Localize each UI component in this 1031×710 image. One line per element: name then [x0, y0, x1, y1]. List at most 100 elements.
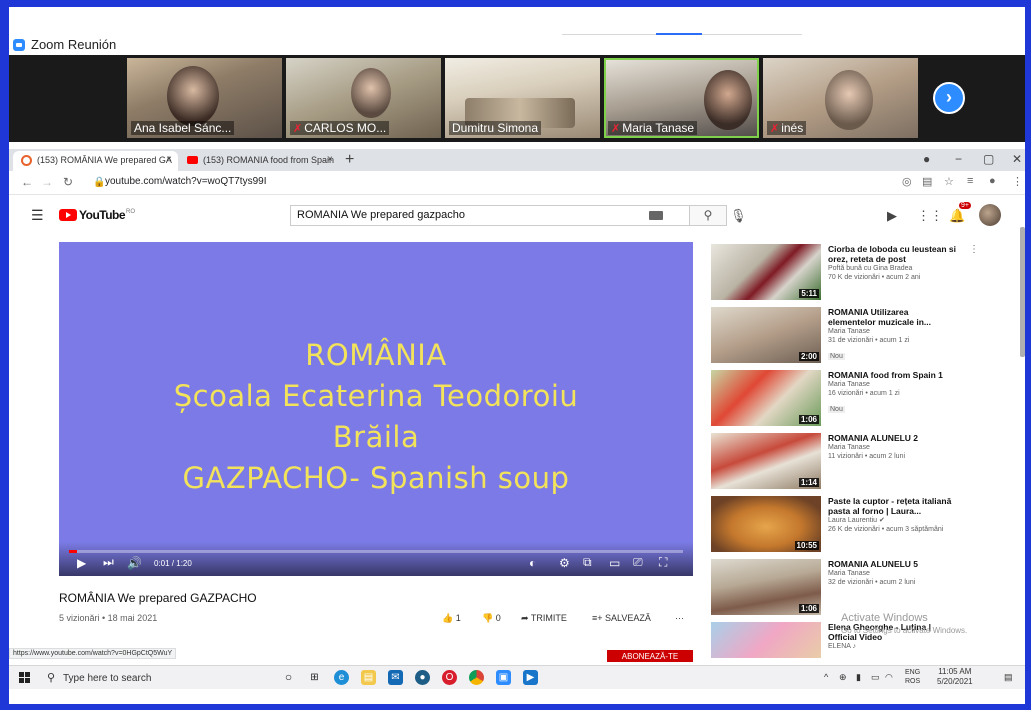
forward-arrow-icon[interactable]: → [41, 175, 53, 189]
volume-icon[interactable]: 🔊 [127, 556, 142, 570]
recommendation-thumbnail[interactable]: 1:06 [711, 559, 821, 615]
youtube-logo[interactable]: YouTube RO [59, 208, 135, 222]
next-video-icon[interactable]: ⏭ [103, 555, 114, 570]
participant-tile[interactable]: Ana Isabel Sánc... [127, 58, 282, 138]
recommendation-item[interactable]: 1:06 ROMANIA food from Spain 1 Maria Tan… [711, 370, 1011, 426]
recommendation-thumbnail[interactable] [711, 622, 821, 658]
like-button[interactable]: 👍 1 [442, 613, 461, 624]
profile-avatar-icon[interactable]: ● [989, 175, 996, 187]
recommendation-item[interactable]: 10:55 Paste la cuptor - rețeta italiană … [711, 496, 1011, 552]
zoom-window-title: Zoom Reunión [31, 37, 117, 52]
recommendation-thumbnail[interactable]: 5:11 [711, 244, 821, 300]
search-icon: ⚲ [703, 208, 713, 222]
keyboard-icon[interactable] [649, 211, 663, 220]
tab-active[interactable]: (153) ROMÂNIA We prepared GA × [13, 151, 178, 171]
subscribe-button[interactable]: ABONEAZĂ-TE [607, 650, 693, 662]
next-participants-button[interactable]: › [933, 82, 965, 114]
edge-icon[interactable]: e [334, 670, 349, 685]
tray-display-icon[interactable]: ▭ [871, 672, 880, 683]
apps-grid-icon[interactable]: ⋮⋮ [917, 208, 943, 224]
account-avatar[interactable] [979, 204, 1001, 226]
recommendation-item[interactable]: 2:00 ROMANIA Utilizarea elementelor muzi… [711, 307, 1011, 363]
tab-label: (153) ROMÂNIA We prepared GA [37, 155, 172, 165]
menu-icon[interactable]: ☰ [31, 207, 44, 224]
tray-wifi-icon[interactable]: ◠ [885, 672, 893, 683]
notifications-bell-icon[interactable]: 🔔 [949, 208, 965, 224]
taskbar-search[interactable]: ⚲ Type here to search [41, 667, 271, 689]
player-controls: ▶ ⏭ 🔊 0:01 / 1:20 ◐ ⚙ ⧉ ▭ ⎚ ⛶ [59, 542, 693, 576]
participant-video [167, 66, 219, 126]
activate-windows-hint: Go to Settings to activate Windows. [841, 626, 968, 635]
theater-mode-icon[interactable]: ▭ [609, 556, 620, 570]
play-icon[interactable]: ▶ [77, 556, 86, 570]
task-view-icon[interactable]: ⊞ [307, 670, 322, 685]
tray-network-icon[interactable]: ⊕ [839, 672, 847, 683]
voice-search-icon[interactable]: 🎙 [730, 208, 747, 224]
app-icon[interactable]: ● [415, 670, 430, 685]
item-menu-icon[interactable]: ⋮ [969, 244, 979, 255]
input-language[interactable]: ENG ROS [905, 668, 920, 686]
participant-name: ✗ inés [767, 121, 807, 135]
tray-chevron-icon[interactable]: ^ [824, 672, 828, 682]
autoplay-toggle-icon[interactable]: ◐ [529, 556, 536, 570]
tab[interactable]: (153) ROMANIA food from Spain × [179, 151, 339, 171]
recommendation-item[interactable]: 5:11 Ciorba de loboda cu leustean si ore… [711, 244, 1011, 300]
recommendation-thumbnail[interactable]: 1:14 [711, 433, 821, 489]
profile-icon[interactable]: ● [923, 152, 930, 166]
new-tab-button[interactable]: + [345, 151, 354, 169]
recommendation-thumbnail[interactable]: 10:55 [711, 496, 821, 552]
miniplayer-icon[interactable]: ⧉ [583, 555, 592, 570]
taskbar-clock[interactable]: 11:05 AM 5/20/2021 [937, 667, 973, 687]
back-arrow-icon[interactable]: ← [21, 175, 33, 189]
close-tab-icon[interactable]: × [166, 154, 172, 165]
close-window-button[interactable]: ✕ [1012, 152, 1022, 166]
create-video-icon[interactable]: ▶ [887, 208, 897, 224]
chrome-icon[interactable] [469, 670, 484, 685]
zoom-icon[interactable]: ▣ [496, 670, 511, 685]
share-button[interactable]: ➦ TRIMITE [521, 613, 567, 624]
fullscreen-icon[interactable]: ⛶ [659, 555, 667, 570]
file-explorer-icon[interactable]: ▤ [361, 670, 376, 685]
playlist-icon[interactable]: ≡ [967, 175, 973, 187]
recommendation-info: Ciorba de loboda cu leustean si orez, re… [828, 244, 958, 282]
close-tab-icon[interactable]: × [327, 154, 333, 165]
opera-icon[interactable]: O [442, 670, 457, 685]
translate-icon[interactable]: ▤ [922, 175, 932, 188]
progress-bar[interactable] [69, 550, 683, 553]
search-button[interactable]: ⚲ [690, 205, 727, 226]
dislike-button[interactable]: 👎 0 [482, 613, 501, 624]
reload-icon[interactable]: ↻ [63, 175, 73, 189]
action-center-icon[interactable]: ▤ [1004, 672, 1013, 683]
tray-battery-icon[interactable]: ▮ [856, 672, 861, 683]
recommendation-thumbnail[interactable]: 2:00 [711, 307, 821, 363]
muted-mic-icon: ✗ [611, 123, 621, 135]
recommendation-item[interactable]: 1:06 ROMANIA ALUNELU 5 Maria Tanase 32 d… [711, 559, 1011, 615]
save-button[interactable]: ≡+ SALVEAZĂ [592, 613, 651, 623]
page-scrollbar[interactable] [1020, 227, 1025, 357]
cast-icon[interactable]: ⎚ [633, 555, 643, 570]
mail-icon[interactable]: ✉ [388, 670, 403, 685]
video-player[interactable]: ROMÂNIA Școala Ecaterina Teodoroiu Brăil… [59, 242, 693, 576]
url-field[interactable]: youtube.com/watch?v=woQT7tys99I [105, 176, 266, 187]
settings-gear-icon[interactable]: ⚙ [559, 556, 570, 570]
more-actions-button[interactable]: ··· [675, 613, 684, 623]
maximize-button[interactable]: ▢ [983, 152, 994, 166]
participant-tile[interactable]: ✗ inés [763, 58, 918, 138]
browser-menu-icon[interactable]: ⋮ [1012, 175, 1023, 188]
search-input[interactable]: ROMANIA We prepared gazpacho [290, 205, 690, 226]
media-player-icon[interactable]: ▶ [523, 670, 538, 685]
participant-tile-active-speaker[interactable]: ✗ Maria Tanase [604, 58, 759, 138]
cortana-icon[interactable]: ○ [281, 670, 296, 685]
participant-tile[interactable]: ✗ CARLOS MO... [286, 58, 441, 138]
recommendation-thumbnail[interactable]: 1:06 [711, 370, 821, 426]
minimize-button[interactable]: − [955, 152, 962, 166]
video-text-line: GAZPACHO- Spanish soup [182, 461, 570, 495]
participant-tile[interactable]: Dumitru Simona [445, 58, 600, 138]
recommendation-meta: 32 de vizionări • acum 2 luni [828, 579, 916, 586]
windows-start-icon[interactable] [19, 672, 30, 683]
extension-icon[interactable]: ◎ [902, 175, 912, 188]
bookmark-star-icon[interactable]: ☆ [944, 175, 954, 188]
browser-tab-bar: (153) ROMÂNIA We prepared GA × (153) ROM… [9, 149, 1025, 171]
lock-icon: 🔒 [93, 177, 106, 188]
recommendation-item[interactable]: 1:14 ROMANIA ALUNELU 2 Maria Tanase 11 v… [711, 433, 1011, 489]
